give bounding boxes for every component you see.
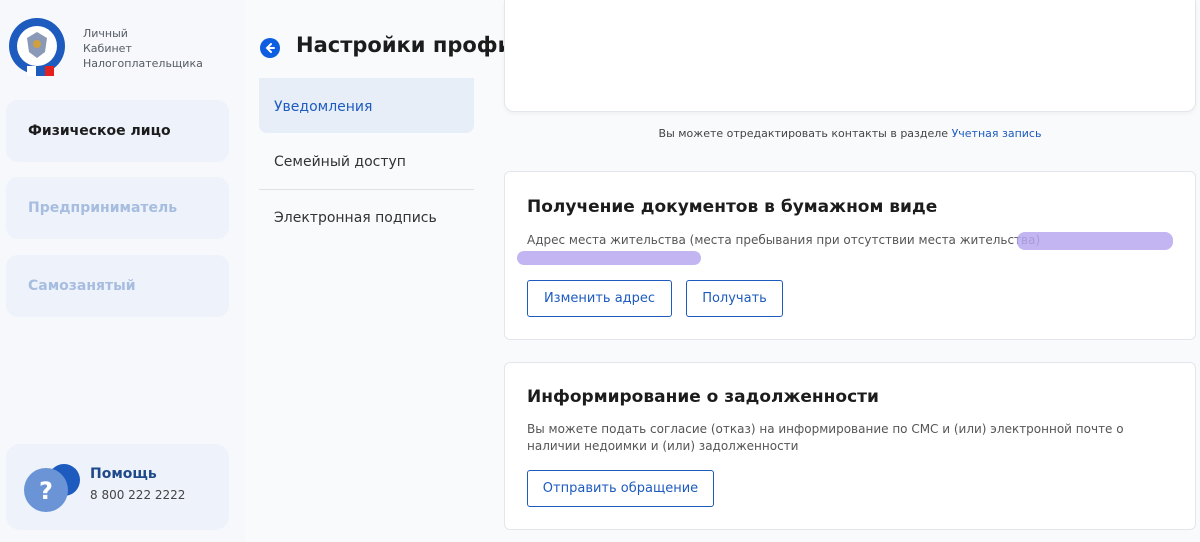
brand-name: Личный Кабинет Налогоплательщика: [83, 26, 203, 71]
role-self-employed[interactable]: Самозанятый: [6, 255, 229, 317]
debt-info-card: Информирование о задолженности Вы можете…: [504, 362, 1196, 530]
fns-emblem-icon[interactable]: [8, 16, 66, 80]
sidebar: Личный Кабинет Налогоплательщика Физичес…: [0, 0, 245, 542]
svg-text:?: ?: [39, 477, 53, 505]
contacts-hint-text: Вы можете отредактировать контакты в раз…: [658, 127, 949, 140]
back-button[interactable]: [260, 38, 280, 58]
brand-line: Кабинет: [83, 42, 132, 55]
send-request-button[interactable]: Отправить обращение: [527, 470, 714, 507]
role-entrepreneur[interactable]: Предприниматель: [6, 177, 229, 239]
debt-info-text: Вы можете подать согласие (отказ) на инф…: [527, 422, 1124, 453]
change-address-button[interactable]: Изменить адрес: [527, 280, 672, 317]
debt-info-title: Информирование о задолженности: [527, 387, 879, 407]
menu-item-notifications[interactable]: Уведомления: [259, 78, 474, 133]
role-individual[interactable]: Физическое лицо: [6, 100, 229, 162]
redacted-address: [517, 251, 701, 265]
arrow-left-icon: [265, 43, 275, 53]
brand-line: Налогоплательщика: [83, 57, 203, 70]
brand-line: Личный: [83, 27, 128, 40]
contacts-card: [504, 0, 1196, 112]
help-card[interactable]: ? Помощь 8 800 222 2222: [6, 444, 229, 530]
help-title: Помощь: [90, 466, 157, 482]
receive-button[interactable]: Получать: [686, 280, 783, 317]
contacts-hint: Вы можете отредактировать контакты в раз…: [504, 127, 1196, 140]
help-question-icon: ?: [22, 460, 84, 516]
help-phone: 8 800 222 2222: [90, 488, 186, 502]
account-link[interactable]: Учетная запись: [952, 127, 1042, 140]
address-label: Адрес места жительства (места пребывания…: [527, 233, 1041, 247]
menu-item-family-access[interactable]: Семейный доступ: [259, 134, 474, 190]
redacted-address: [1017, 232, 1173, 250]
paper-documents-title: Получение документов в бумажном виде: [527, 197, 938, 217]
menu-item-digital-signature[interactable]: Электронная подпись: [259, 190, 474, 246]
paper-documents-card: Получение документов в бумажном виде Адр…: [504, 171, 1196, 340]
